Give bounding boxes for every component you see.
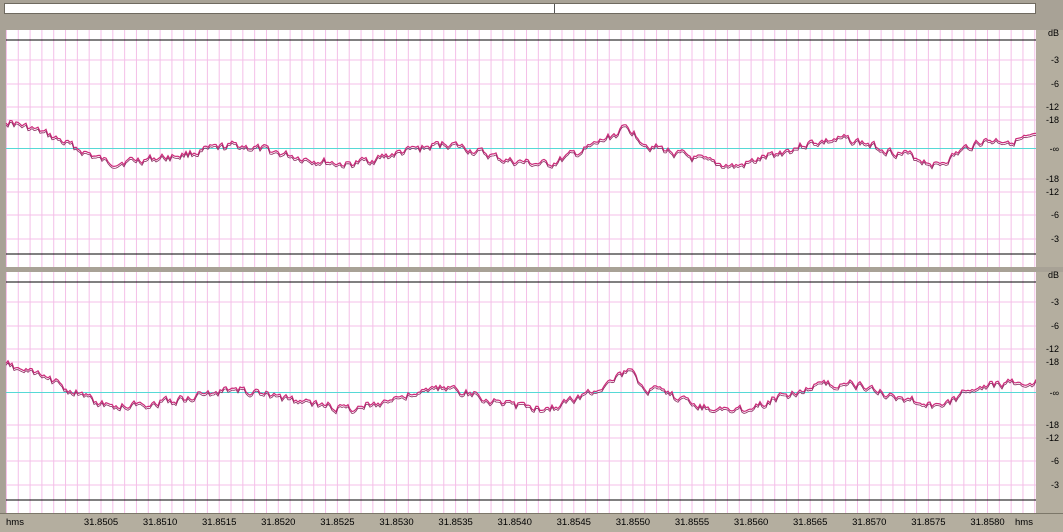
db-tick-label: -12 <box>1045 433 1059 443</box>
db-tick-label: -6 <box>1050 456 1059 466</box>
time-tick-label: 31.8510 <box>142 517 178 528</box>
db-tick-label: -∞ <box>1049 143 1059 154</box>
waveform-canvas[interactable] <box>0 272 1063 513</box>
db-scale: dB -3 -6 -12 -18 -∞ -18 -12 -6 -3 <box>1036 28 1063 267</box>
time-unit-label: hms <box>1015 517 1033 528</box>
time-tick-label: 31.8520 <box>261 517 296 528</box>
time-tick-label: 31.8505 <box>83 517 119 528</box>
time-tick-label: 31.8570 <box>852 517 887 528</box>
overview-position-marker[interactable] <box>554 4 555 13</box>
track-right-channel[interactable]: dB -3 -6 -12 -18 -∞ -18 -12 -6 -3 <box>0 270 1063 513</box>
db-tick-label: -6 <box>1050 321 1059 331</box>
waveform-canvas[interactable] <box>0 30 1063 267</box>
db-tick-label: -6 <box>1050 210 1059 220</box>
db-tick-label: -∞ <box>1049 387 1059 398</box>
db-unit-label: dB <box>1047 270 1059 280</box>
time-tick-label: 31.8560 <box>733 517 769 528</box>
time-tick-label: 31.8515 <box>202 517 237 528</box>
db-tick-label: -12 <box>1045 102 1059 112</box>
db-tick-label: -12 <box>1045 344 1059 354</box>
db-tick-label: -3 <box>1050 55 1059 65</box>
db-tick-label: -6 <box>1050 79 1059 89</box>
time-tick-label: 31.8545 <box>556 517 591 528</box>
time-tick-label: 31.8540 <box>497 517 532 528</box>
db-tick-label: -18 <box>1045 174 1059 184</box>
db-tick-label: -12 <box>1045 187 1059 197</box>
time-tick-label: 31.8535 <box>438 517 473 528</box>
track-left-channel[interactable]: dB -3 -6 -12 -18 -∞ -18 -12 -6 -3 <box>0 28 1063 267</box>
time-unit-label: hms <box>6 517 24 528</box>
time-tick-label: 31.8565 <box>793 517 828 528</box>
db-tick-label: -18 <box>1045 420 1059 430</box>
overview-scrollbar[interactable] <box>4 3 1036 14</box>
time-tick-label: 31.8555 <box>674 517 710 528</box>
time-tick-label: 31.8530 <box>379 517 414 528</box>
db-scale: dB -3 -6 -12 -18 -∞ -18 -12 -6 -3 <box>1036 270 1063 513</box>
overview-bar <box>0 0 1063 30</box>
db-tick-label: -3 <box>1050 234 1059 244</box>
time-tick-label: 31.8575 <box>911 517 946 528</box>
db-tick-label: -3 <box>1050 297 1059 307</box>
waveform-editor[interactable]: dB -3 -6 -12 -18 -∞ -18 -12 -6 -3 dB -3 -6 -12 -18 -∞ -… <box>0 28 1063 513</box>
time-tick-label: 31.8580 <box>970 517 1005 528</box>
time-ruler[interactable]: hms 31.8505 31.8510 31.8515 31.8520 31.8525 31… <box>0 513 1063 532</box>
time-tick-label: 31.8525 <box>320 517 355 528</box>
db-tick-label: -3 <box>1050 480 1059 490</box>
db-tick-label: -18 <box>1045 357 1059 367</box>
db-unit-label: dB <box>1047 28 1059 38</box>
db-tick-label: -18 <box>1045 115 1059 125</box>
time-tick-label: 31.8550 <box>615 517 651 528</box>
